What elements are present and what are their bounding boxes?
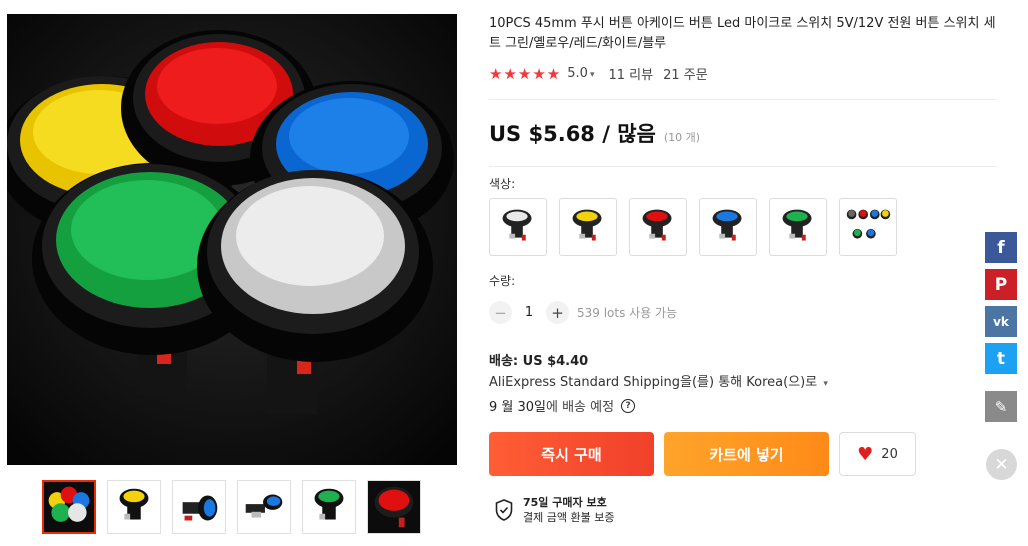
- wishlist-button[interactable]: ♥ 20: [839, 432, 916, 476]
- wishlist-count: 20: [881, 446, 898, 462]
- star-rating-icon: ★★★★★: [489, 64, 562, 83]
- social-share-bar: f P vk t: [985, 232, 1017, 374]
- thumbnail-blue-side[interactable]: [237, 480, 291, 534]
- product-info: 10PCS 45mm 푸시 버튼 아케이드 버튼 Led 마이크로 스위치 5V…: [489, 14, 997, 167]
- shipping-method[interactable]: AliExpress Standard Shipping을(를) 통해 Kore…: [489, 371, 828, 390]
- reviews-link[interactable]: 11 리뷰: [608, 64, 653, 83]
- swatch-white[interactable]: [489, 198, 547, 256]
- heart-icon: ♥: [857, 443, 874, 465]
- delivery-estimate: 9 월 30일 에 배송 예정 ?: [489, 396, 636, 415]
- swatch-yellow[interactable]: [559, 198, 617, 256]
- vk-icon[interactable]: vk: [985, 306, 1017, 337]
- rating-value[interactable]: 5.0 ▾: [567, 66, 594, 81]
- shipping-method-text: AliExpress Standard Shipping을(를) 통해 Kore…: [489, 375, 818, 390]
- price-unit: (10 개): [663, 131, 701, 144]
- quantity-stepper: − 1 + 539 lots 사용 가능: [489, 301, 677, 324]
- thumbnail-strip: [42, 480, 421, 534]
- delivery-date-suffix: 에 배송 예정: [546, 400, 615, 415]
- buyer-protection: 75일 구매자 보호 결제 금액 환불 보증: [495, 495, 614, 525]
- facebook-icon[interactable]: f: [985, 232, 1017, 263]
- rating-number: 5.0: [567, 66, 588, 81]
- swatch-green[interactable]: [769, 198, 827, 256]
- quantity-plus-button[interactable]: +: [546, 301, 569, 324]
- help-icon[interactable]: ?: [621, 398, 636, 413]
- chevron-down-icon: ▾: [823, 379, 828, 389]
- thumbnail-red-closeup[interactable]: [367, 480, 421, 534]
- shipping-price: 배송: US $4.40: [489, 354, 589, 369]
- divider: [489, 99, 997, 100]
- swatch-multi-color[interactable]: [839, 198, 897, 256]
- swatch-red[interactable]: [629, 198, 687, 256]
- delivery-date: 9 월 30일: [489, 400, 546, 415]
- shield-check-icon: [495, 499, 513, 521]
- protection-subtitle: 결제 금액 환불 보증: [523, 511, 615, 524]
- thumbnail-green[interactable]: [302, 480, 356, 534]
- add-to-cart-button[interactable]: 카트에 넣기: [664, 432, 829, 476]
- color-swatches: [489, 198, 897, 256]
- thumbnail-all-colors[interactable]: [42, 480, 96, 534]
- buy-now-button[interactable]: 즉시 구매: [489, 432, 654, 476]
- edit-icon[interactable]: ✎: [985, 391, 1017, 422]
- chevron-down-icon: ▾: [589, 70, 595, 80]
- quantity-minus-button[interactable]: −: [489, 301, 512, 324]
- quantity-label: 수량:: [489, 274, 516, 288]
- product-title: 10PCS 45mm 푸시 버튼 아케이드 버튼 Led 마이크로 스위치 5V…: [489, 16, 996, 51]
- thumbnail-black-side[interactable]: [172, 480, 226, 534]
- color-label: 색상:: [489, 177, 516, 191]
- product-price: US $5.68 / 많음: [489, 122, 656, 146]
- main-product-image[interactable]: [7, 14, 457, 465]
- twitter-icon[interactable]: t: [985, 343, 1017, 374]
- quantity-input[interactable]: 1: [512, 305, 546, 320]
- divider: [489, 166, 997, 167]
- pinterest-icon[interactable]: P: [985, 269, 1017, 300]
- close-icon[interactable]: ✕: [986, 449, 1017, 480]
- available-stock: 539 lots 사용 가능: [577, 306, 678, 320]
- orders-count: 21 주문: [663, 68, 708, 83]
- swatch-blue[interactable]: [699, 198, 757, 256]
- thumbnail-yellow[interactable]: [107, 480, 161, 534]
- rating-row: ★★★★★ 5.0 ▾ 11 리뷰 21 주문: [489, 64, 997, 84]
- price-row: US $5.68 / 많음 (10 개): [489, 118, 997, 148]
- protection-title: 75일 구매자 보호: [523, 496, 607, 509]
